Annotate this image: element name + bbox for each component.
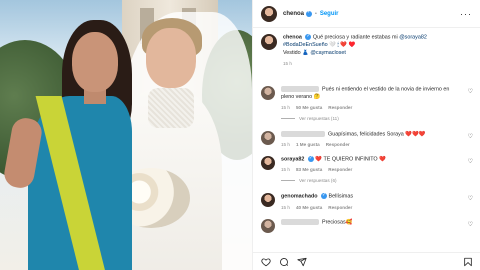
replies-line [281, 117, 295, 119]
caption-text-1: Qué preciosa y radiante estabas mi [312, 34, 398, 41]
commenter-avatar[interactable] [261, 156, 275, 171]
comment-meta: 15 h 83 Me gusta Responder [281, 167, 451, 172]
view-replies-button[interactable]: Ver respuestas (11) [281, 116, 473, 121]
bride-face [146, 28, 196, 88]
view-replies-label[interactable]: Ver respuestas (6) [299, 178, 337, 183]
reply-button[interactable]: Responder [328, 205, 352, 210]
blurred-username [281, 130, 325, 137]
more-options-icon[interactable]: ··· [460, 9, 472, 19]
comment-meta: 15 h 40 Me gusta Responder [281, 205, 451, 210]
comment-time: 15 h [281, 167, 290, 173]
caption-text: chenoa Qué preciosa y radiante estabas m… [283, 33, 427, 58]
reply-button[interactable]: Responder [328, 167, 352, 172]
commenter-avatar[interactable] [261, 193, 275, 208]
caption-author[interactable]: chenoa [283, 34, 302, 40]
comment-likes[interactable]: 50 Me gusta [296, 105, 322, 110]
comment-author[interactable]: soraya82 [281, 157, 304, 163]
like-comment-heart-icon[interactable]: ♡ [468, 158, 473, 165]
guest-face [72, 32, 118, 92]
comment-time: 15 h [281, 142, 290, 148]
comments-list[interactable]: chenoa Qué preciosa y radiante estabas m… [253, 28, 480, 248]
comment-time: 15 h [281, 104, 290, 110]
comment-likes[interactable]: 1 Me gusta [296, 142, 320, 147]
verified-badge-icon [307, 155, 314, 163]
comment-body: Guapísimas, felicidades Soraya ❤️❤️❤️ [328, 131, 426, 138]
comment-body: Bellísimas [328, 193, 354, 200]
caption-meta: 15 h [283, 61, 427, 66]
comment-item: Preciosas🥰 ♡ [261, 218, 473, 233]
caption-avatar[interactable] [261, 34, 277, 50]
like-comment-heart-icon[interactable]: ♡ [468, 88, 473, 95]
author-username[interactable]: chenoa [283, 11, 304, 17]
separator-dot: • [315, 10, 317, 17]
like-comment-heart-icon[interactable]: ♡ [468, 221, 473, 228]
follow-button[interactable]: Seguir [320, 11, 339, 17]
comment-time: 15 h [281, 204, 290, 210]
verified-badge-icon [321, 192, 328, 200]
comment-meta: 15 h 1 Me gusta Responder [281, 142, 451, 147]
comment-text: Preciosas🥰 [281, 218, 451, 227]
caption-text-3: Vestido 👗 [283, 50, 309, 57]
comment-item: soraya82 ❤️ TE QUIERO INFINITO ❤️ 15 h 8… [261, 155, 473, 172]
commenter-avatar[interactable] [261, 130, 275, 145]
share-icon[interactable] [297, 257, 307, 267]
post-side-panel: chenoa • Seguir ··· chenoa Qué preciosa … [252, 0, 480, 270]
post-action-bar [253, 252, 480, 270]
comment-text: soraya82 ❤️ TE QUIERO INFINITO ❤️ [281, 155, 451, 164]
verified-badge-icon [305, 33, 312, 40]
comment-icon[interactable] [279, 257, 289, 267]
bride-lace [148, 88, 194, 128]
verified-badge-icon [306, 9, 313, 17]
comment-text: Guapísimas, felicidades Soraya ❤️❤️❤️ [281, 130, 451, 139]
caption-mention-2[interactable]: @caymacloset [310, 50, 345, 56]
comment-author[interactable]: genomachado [281, 194, 318, 200]
commenter-avatar[interactable] [261, 218, 275, 233]
bookmark-icon[interactable] [463, 257, 473, 267]
comment-text: Pués ni entiendo el vestido de la novia … [281, 85, 451, 102]
heart-icon[interactable] [261, 257, 271, 267]
comment-item: genomachado Bellísimas 15 h 40 Me gusta … [261, 192, 473, 210]
reply-button[interactable]: Responder [328, 105, 352, 110]
comment-likes[interactable]: 83 Me gusta [296, 167, 322, 172]
instagram-post: chenoa • Seguir ··· chenoa Qué preciosa … [0, 0, 480, 270]
caption-hashtags[interactable]: #BodaDeEnSueño 🤍 🕯 ❤️ ♥️ [283, 42, 355, 48]
post-caption: chenoa Qué preciosa y radiante estabas m… [261, 33, 473, 66]
post-header: chenoa • Seguir ··· [253, 0, 480, 28]
view-replies-button[interactable]: Ver respuestas (6) [281, 178, 473, 183]
caption-mention-1[interactable]: @soraya82 [399, 34, 427, 40]
commenter-avatar[interactable] [261, 85, 275, 100]
view-replies-label[interactable]: Ver respuestas (11) [299, 116, 339, 121]
comment-item: Guapísimas, felicidades Soraya ❤️❤️❤️ 15… [261, 130, 473, 147]
comment-item: Pués ni entiendo el vestido de la novia … [261, 85, 473, 110]
comment-body: Preciosas🥰 [322, 219, 353, 226]
blurred-username [281, 218, 319, 225]
author-avatar[interactable] [261, 5, 277, 22]
comment-meta: 15 h 50 Me gusta Responder [281, 105, 451, 110]
comment-text: genomachado Bellísimas [281, 192, 451, 201]
replies-line [281, 180, 295, 182]
like-comment-heart-icon[interactable]: ♡ [468, 133, 473, 140]
reply-button[interactable]: Responder [326, 142, 350, 147]
like-comment-heart-icon[interactable]: ♡ [468, 195, 473, 202]
post-photo[interactable] [0, 0, 252, 270]
comment-body: ❤️ TE QUIERO INFINITO ❤️ [315, 156, 386, 163]
blurred-username [281, 85, 319, 92]
comment-likes[interactable]: 40 Me gusta [296, 205, 322, 210]
caption-time: 15 h [283, 60, 292, 66]
